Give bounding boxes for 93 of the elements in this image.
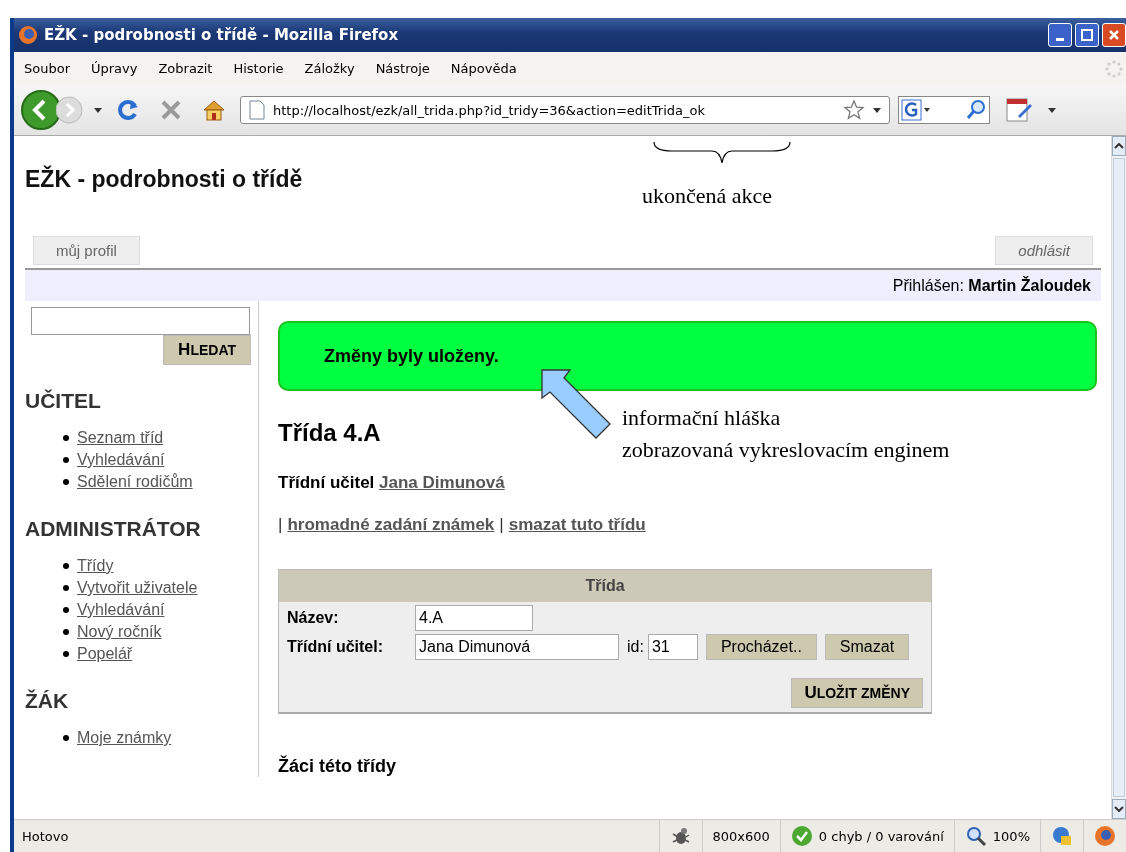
annotation-text: ukončená akce [642,182,773,210]
status-text: Hotovo [21,828,70,844]
scrollbar[interactable] [1111,136,1126,819]
action-link[interactable]: hromadné zadání známek [287,515,495,535]
teacher-field[interactable]: Jana Dimunová [415,634,619,660]
menu-item[interactable]: Nástroje [375,61,430,76]
section-heading: ADMINISTRÁTOR [25,517,202,541]
sidebar-link[interactable]: Vyhledávání [77,449,165,471]
teacher-label: Třídní učitel [278,473,375,492]
check-icon [790,825,813,847]
teacher-link[interactable]: Jana Dimunová [379,473,505,492]
form-button[interactable]: Smazat [824,634,910,660]
field-label: Třídní učitel: [287,638,384,656]
search-field[interactable] [898,96,990,124]
section-heading: UČITEL [25,389,102,413]
search-input[interactable] [31,307,250,335]
zoom-text: 100% [992,828,1030,844]
page-title: EŽK - podrobnosti o třídě [25,166,303,194]
notepad-icon[interactable] [1004,96,1034,124]
separator: | [499,515,504,535]
menu-item[interactable]: Soubor [24,61,70,76]
bullet-icon [63,607,69,613]
search-engine-icon[interactable] [901,99,931,121]
close-icon [1108,29,1120,41]
bullet-icon [63,563,69,569]
home-icon[interactable] [202,99,226,121]
bullet-icon [63,457,69,463]
search-icon[interactable] [965,99,987,121]
star-icon[interactable] [843,99,865,121]
tab-button[interactable]: můj profil [33,236,140,265]
sidebar-link[interactable]: Třídy [77,555,114,577]
sidebar-link[interactable]: Vytvořit uživatele [77,577,198,599]
bullet-icon [63,435,69,441]
window-size-text: 800x600 [701,820,780,852]
form-header: Třída [279,570,931,602]
sidebar-link[interactable]: Seznam tříd [77,427,164,449]
id-field[interactable]: 31 [647,634,698,660]
globe-icon[interactable] [1051,825,1073,847]
class-title: Třída 4.A [278,419,381,448]
sidebar-link[interactable]: Moje známky [77,727,172,749]
chevron-up-icon [1114,143,1124,149]
page-icon [249,100,265,120]
forward-button[interactable] [56,95,86,125]
name-field[interactable]: 4.A [415,605,533,631]
menu-item[interactable]: Historie [233,61,284,76]
back-button[interactable] [20,89,62,131]
validation-text: 0 chyb / 0 varování [818,828,944,844]
sidebar-link[interactable]: Vyhledávání [77,599,165,621]
chevron-down-icon [1114,806,1124,812]
menu-item[interactable]: Zobrazit [158,61,213,76]
id-label: id: [627,638,644,656]
maximize-button[interactable] [1075,23,1099,47]
menu-item[interactable]: Úpravy [91,61,138,76]
minimize-button[interactable] [1048,23,1072,47]
sidebar-link[interactable]: Sdělení rodičům [77,471,193,493]
menu-item[interactable]: Nápověda [450,61,517,76]
zoom-icon[interactable] [964,825,987,847]
close-button[interactable] [1102,23,1126,47]
bullet-icon [63,629,69,635]
search-button[interactable]: HLEDAT [163,335,251,365]
scroll-up-button[interactable] [1112,136,1126,156]
address-bar[interactable]: http://localhost/ezk/all_trida.php?id_tridy=36&action=editTrida_ok [240,96,890,124]
reload-icon[interactable] [116,98,140,122]
firefox-icon [18,25,38,45]
section-heading: ŽÁK [25,689,70,713]
action-link[interactable]: smazat tuto třídu [508,515,646,535]
url-text: http://localhost/ezk/all_trida.php?id_tridy=36&action=editTrida_ok [273,102,706,118]
bullet-icon [63,585,69,591]
scroll-down-button[interactable] [1112,799,1126,819]
form-button[interactable]: Procházet.. [705,634,817,660]
firefox-icon[interactable] [1094,825,1116,847]
window-title: EŽK - podrobnosti o třídě - Mozilla Firefox [44,26,400,44]
separator: | [278,515,283,535]
login-text: Přihlášen: Martin Žaloudek [892,276,1091,295]
annotation-text: informační hláška zobrazovaná vykreslovacím enginem [622,404,950,464]
bullet-icon [63,735,69,741]
tab-button[interactable]: odhlásit [995,236,1093,265]
sidebar-link[interactable]: Popelář [77,643,133,665]
minimize-icon [1056,37,1064,41]
caret-icon[interactable] [873,107,881,113]
arrow-drawing [540,368,612,440]
maximize-icon [1081,29,1093,41]
save-button[interactable]: ULOŽIT ZMĚNY [791,678,923,708]
field-label: Název: [287,609,340,627]
bullet-icon [63,479,69,485]
bullet-icon [63,651,69,657]
message-text: Změny byly uloženy. [324,345,499,367]
sidebar-link[interactable]: Nový ročník [77,621,162,643]
menu-item[interactable]: Záložky [304,61,355,76]
caret-icon[interactable] [1048,107,1056,113]
students-heading: Žáci této třídy [278,756,397,777]
throbber-icon [1104,58,1124,79]
caret-icon[interactable] [94,107,102,113]
